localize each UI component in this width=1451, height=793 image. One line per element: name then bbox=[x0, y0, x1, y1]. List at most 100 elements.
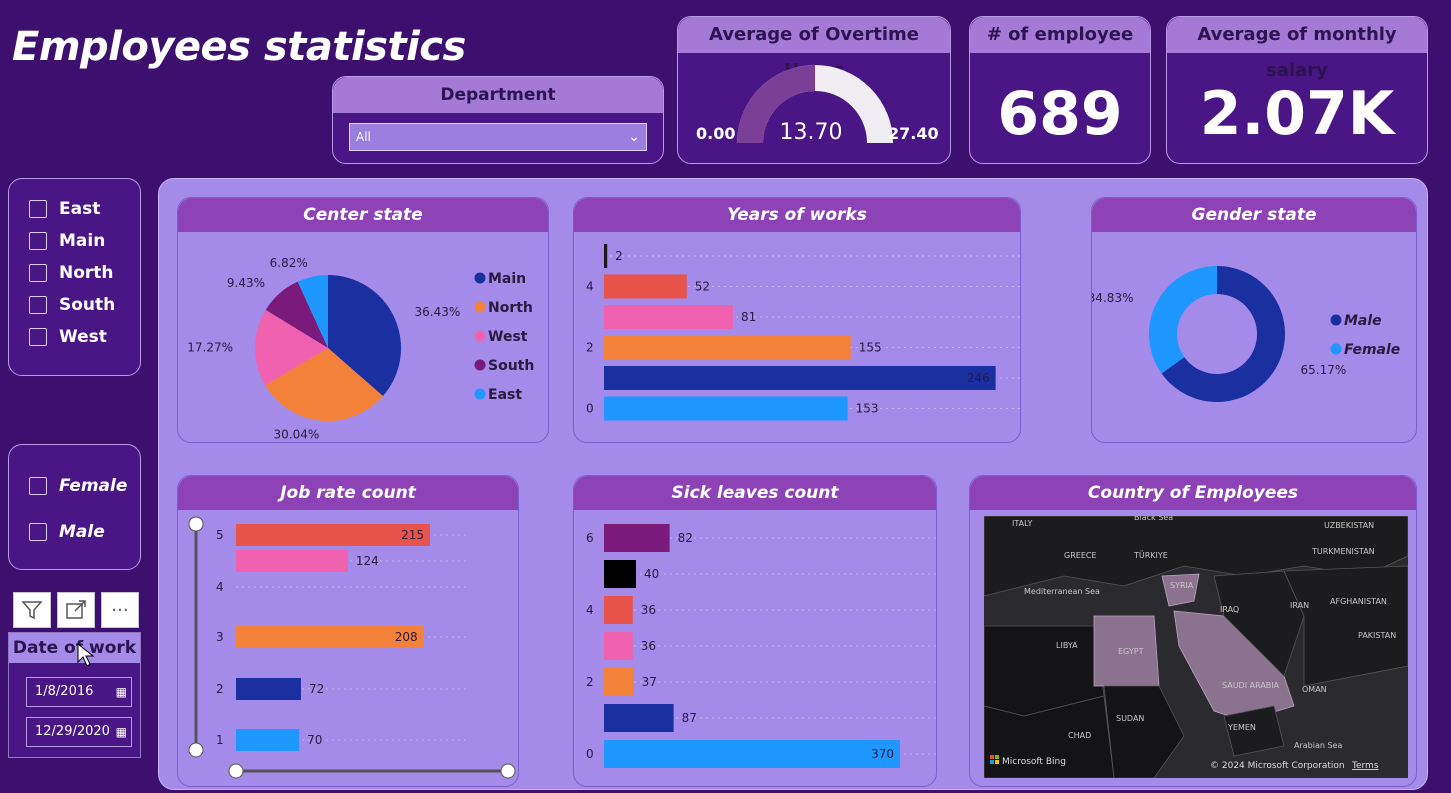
donut-data-label: 65.17% bbox=[1301, 363, 1347, 377]
axis-tick-label: 4 bbox=[586, 603, 594, 617]
legend-item[interactable]: Male bbox=[1344, 313, 1382, 329]
more-options-icon[interactable]: ··· bbox=[101, 592, 139, 628]
date-to-input[interactable]: 12/29/2020 ▦ bbox=[26, 717, 132, 747]
legend-item[interactable]: North bbox=[488, 300, 533, 316]
bar[interactable] bbox=[604, 305, 733, 329]
range-slider-handle[interactable] bbox=[188, 516, 204, 532]
employee-count-value: 689 bbox=[997, 79, 1123, 149]
axis-tick-label: 2 bbox=[586, 341, 594, 355]
checkbox[interactable] bbox=[29, 296, 47, 314]
mouse-cursor-icon bbox=[77, 642, 95, 667]
map-place-label: EGYPT bbox=[1118, 647, 1144, 656]
department-selected: All bbox=[356, 130, 371, 144]
range-slider-handle[interactable] bbox=[188, 742, 204, 758]
bar-data-label: 81 bbox=[741, 310, 756, 324]
bar[interactable] bbox=[604, 274, 687, 299]
years-of-works-title: Years of works bbox=[574, 198, 1020, 232]
bar[interactable] bbox=[604, 632, 633, 660]
bar[interactable] bbox=[604, 704, 674, 732]
checkbox[interactable] bbox=[29, 200, 47, 218]
bar[interactable] bbox=[604, 596, 633, 624]
focus-mode-icon[interactable] bbox=[57, 592, 95, 628]
bar[interactable] bbox=[604, 396, 848, 421]
slicer-item-south[interactable]: South bbox=[29, 289, 140, 321]
legend-item[interactable]: South bbox=[488, 358, 534, 374]
overtime-kpi-card: Average of Overtime Hours 0.00 13.70 27.… bbox=[677, 16, 951, 164]
map-terms-link[interactable]: Terms bbox=[1351, 761, 1379, 771]
chevron-down-icon: ⌄ bbox=[628, 129, 640, 145]
calendar-icon[interactable]: ▦ bbox=[116, 678, 127, 706]
map-place-label: TÜRKIYE bbox=[1133, 550, 1168, 560]
bar[interactable] bbox=[604, 524, 670, 552]
checkbox[interactable] bbox=[29, 232, 47, 250]
country-map[interactable]: ITALY Black Sea UZBEKISTAN GREECE TÜRKIYE TUR… bbox=[984, 516, 1408, 778]
map-place-label: SUDAN bbox=[1116, 714, 1144, 723]
pie-data-label: 6.82% bbox=[270, 256, 308, 270]
checkbox[interactable] bbox=[29, 477, 47, 495]
pie-data-label: 9.43% bbox=[227, 276, 265, 290]
overtime-min: 0.00 bbox=[696, 124, 735, 143]
sick-leaves-visual: Sick leaves count 6 82 40 4 36 36 2 37 87 0 370 bbox=[573, 475, 937, 787]
syria-region[interactable] bbox=[1161, 573, 1200, 607]
bar[interactable] bbox=[604, 560, 636, 588]
gender-state-title: Gender state bbox=[1092, 198, 1416, 232]
axis-tick-label: 3 bbox=[216, 630, 224, 644]
bar-data-label: 124 bbox=[356, 554, 379, 568]
slicer-item-east[interactable]: East bbox=[29, 193, 140, 225]
legend-marker bbox=[1330, 343, 1342, 355]
salary-title: Average of monthly salary bbox=[1167, 17, 1427, 81]
filter-icon[interactable] bbox=[13, 592, 51, 628]
slicer-item-north[interactable]: North bbox=[29, 257, 140, 289]
center-state-visual: Center state 36.43% 30.04% 17.27% 9.43% 6.82… bbox=[177, 197, 549, 443]
bar[interactable] bbox=[236, 550, 348, 572]
sick-leaves-chart: 6 82 40 4 36 36 2 37 87 0 370 bbox=[586, 524, 936, 768]
slicer-item-female[interactable]: Female bbox=[29, 463, 140, 509]
center-state-title: Center state bbox=[178, 198, 548, 232]
map-brand: Microsoft Bing bbox=[1002, 757, 1066, 767]
checkbox[interactable] bbox=[29, 264, 47, 282]
bar[interactable] bbox=[604, 668, 634, 696]
gender-state-chart: 65.17% 34.83% Male Female bbox=[1092, 266, 1400, 402]
legend-item[interactable]: West bbox=[488, 329, 528, 345]
donut-slice-female[interactable] bbox=[1149, 266, 1217, 374]
slicer-item-main[interactable]: Main bbox=[29, 225, 140, 257]
range-slider-handle[interactable] bbox=[228, 763, 244, 779]
axis-tick-label: 4 bbox=[586, 280, 594, 294]
date-from-value: 1/8/2016 bbox=[35, 684, 94, 699]
legend-marker bbox=[474, 301, 486, 313]
pie-data-label: 36.43% bbox=[415, 305, 461, 319]
bar[interactable] bbox=[604, 366, 996, 390]
bar[interactable] bbox=[236, 678, 301, 700]
legend-item[interactable]: Main bbox=[488, 271, 526, 287]
bar[interactable] bbox=[604, 244, 608, 268]
map-place-label: YEMEN bbox=[1227, 723, 1256, 732]
legend-item[interactable]: East bbox=[488, 387, 522, 403]
department-dropdown[interactable]: All ⌄ bbox=[349, 123, 647, 151]
axis-tick-label: 0 bbox=[586, 747, 594, 761]
map-place-label: PAKISTAN bbox=[1358, 631, 1396, 640]
bar[interactable] bbox=[604, 740, 900, 768]
date-from-input[interactable]: 1/8/2016 ▦ bbox=[26, 677, 132, 707]
bar[interactable] bbox=[604, 335, 851, 360]
axis-tick-label: 4 bbox=[216, 580, 224, 594]
bar[interactable] bbox=[236, 729, 300, 751]
bar-data-label: 36 bbox=[641, 603, 656, 617]
date-slicer-title: Date of work bbox=[9, 633, 140, 663]
range-slider-handle[interactable] bbox=[500, 763, 516, 779]
slicer-item-male[interactable]: Male bbox=[29, 509, 140, 555]
bar-data-label: 82 bbox=[678, 531, 693, 545]
overtime-gauge: 0.00 13.70 27.40 bbox=[696, 65, 939, 145]
center-state-chart: 36.43% 30.04% 17.27% 9.43% 6.82% Main North Wes… bbox=[187, 256, 534, 442]
slicer-item-label: East bbox=[59, 199, 101, 219]
date-slicer: Date of work 1/8/2016 ▦ 12/29/2020 ▦ bbox=[8, 632, 141, 758]
calendar-icon[interactable]: ▦ bbox=[116, 718, 127, 746]
employee-count-card: # of employee 689 bbox=[969, 16, 1151, 164]
donut-data-label: 34.83% bbox=[1092, 291, 1133, 305]
job-rate-title: Job rate count bbox=[178, 476, 518, 510]
pie-data-label: 30.04% bbox=[274, 428, 320, 442]
slicer-item-west[interactable]: West bbox=[29, 321, 140, 353]
department-label: Department bbox=[333, 77, 663, 113]
legend-item[interactable]: Female bbox=[1344, 342, 1400, 358]
checkbox[interactable] bbox=[29, 523, 47, 541]
checkbox[interactable] bbox=[29, 328, 47, 346]
